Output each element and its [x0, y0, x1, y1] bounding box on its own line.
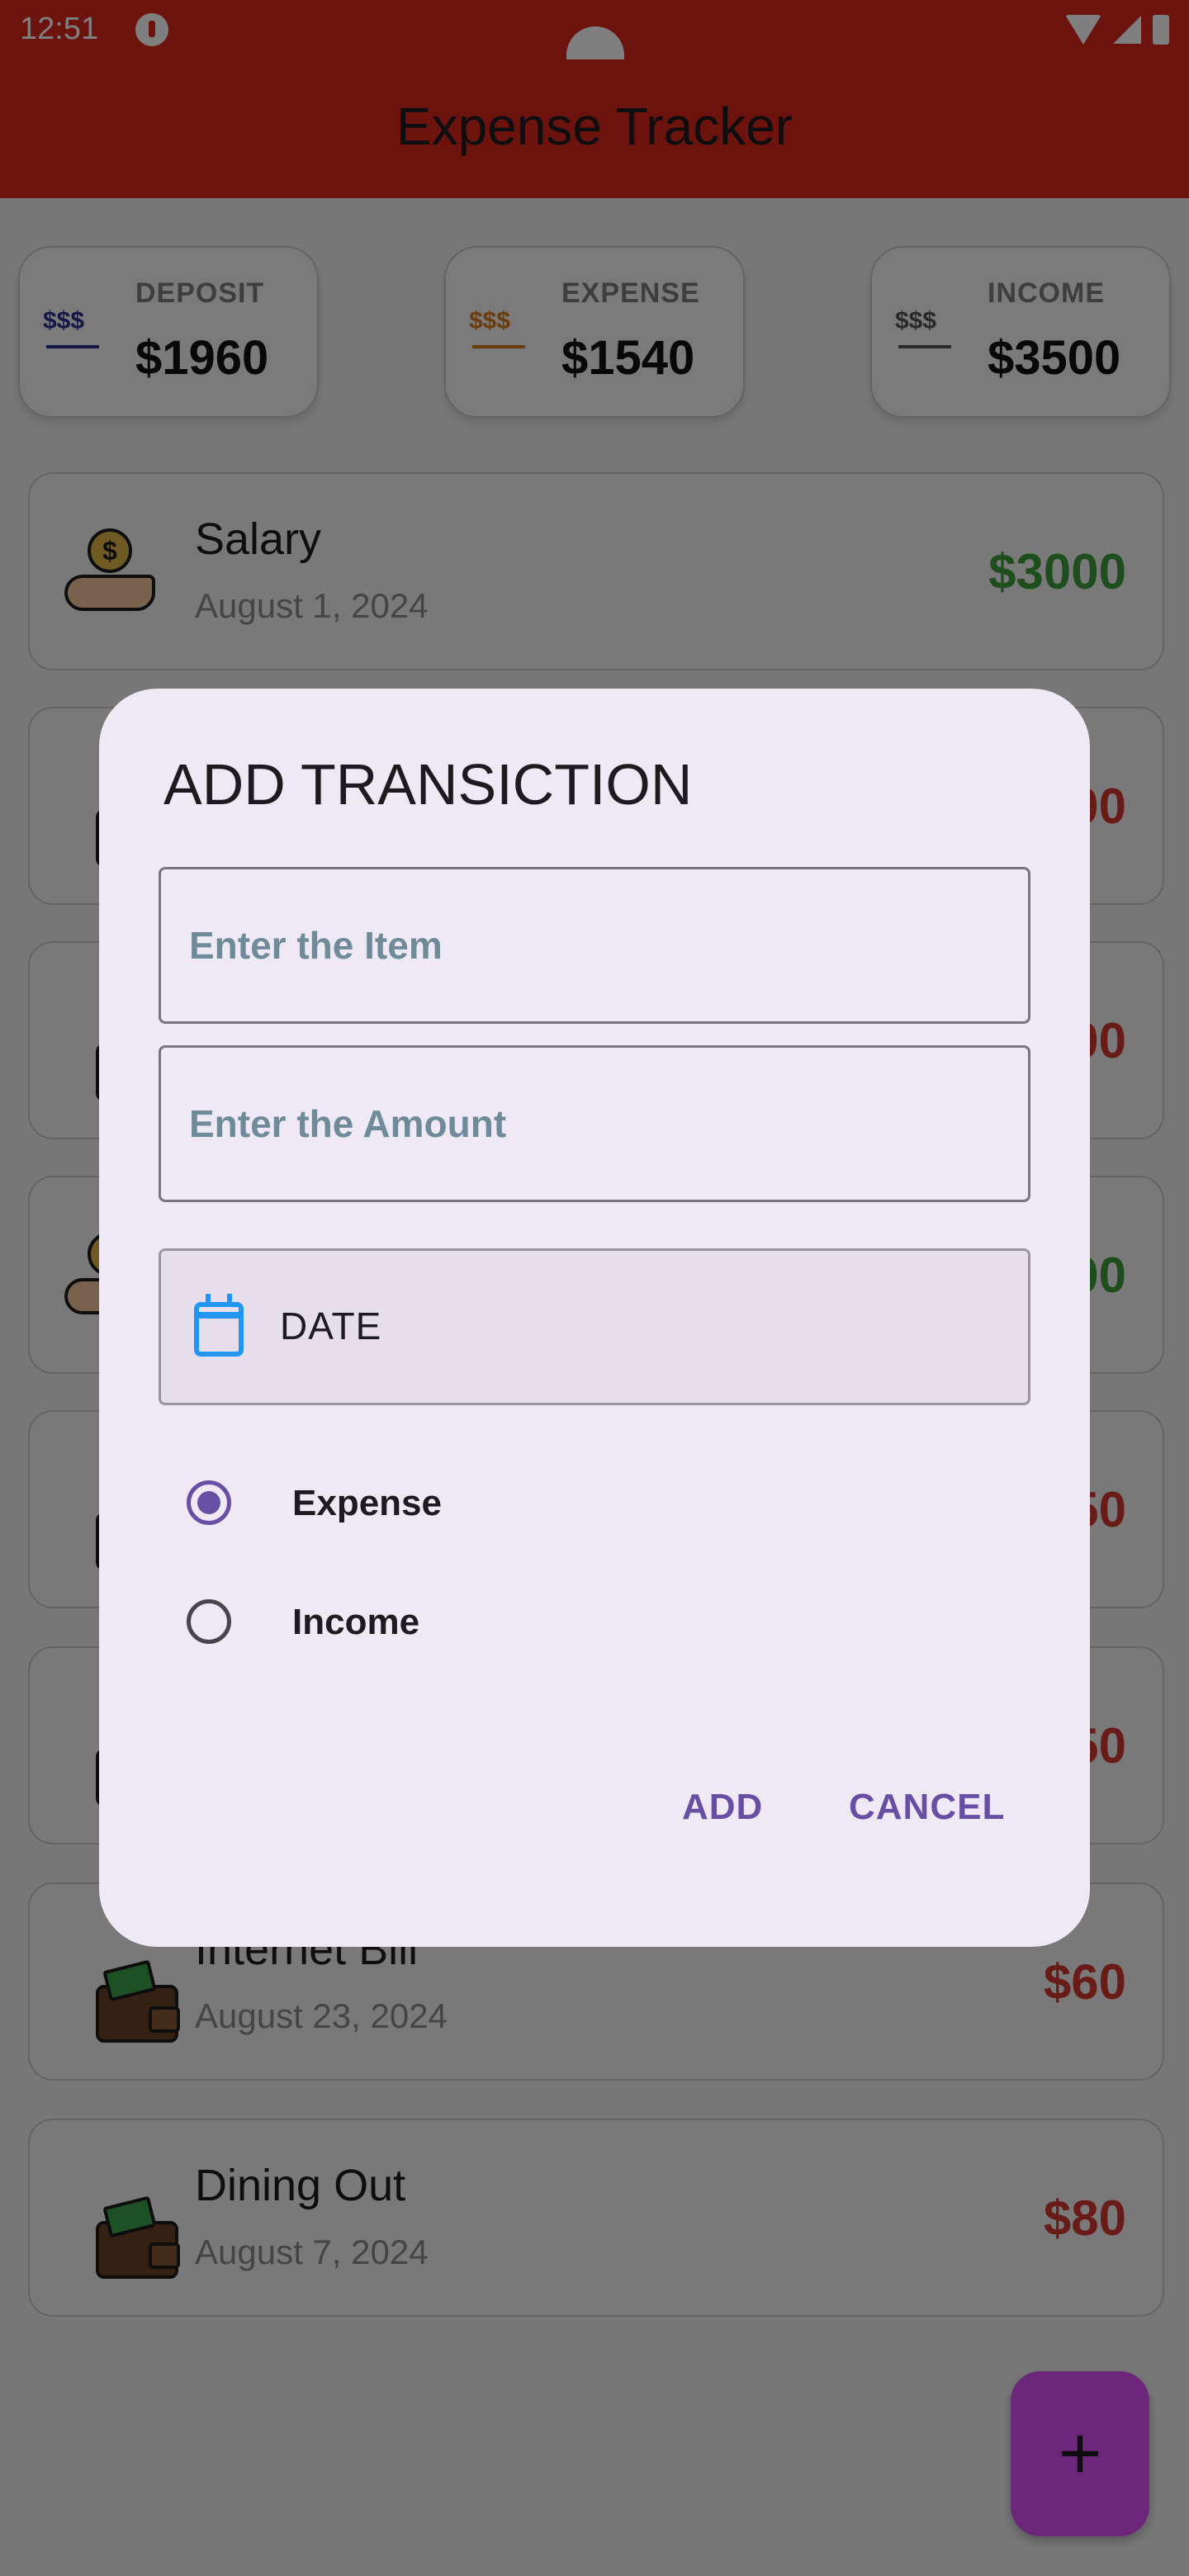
- radio-expense[interactable]: Expense: [187, 1470, 765, 1536]
- calendar-icon: [194, 1294, 244, 1357]
- add-button[interactable]: ADD: [682, 1787, 763, 1828]
- add-transaction-dialog: ADD TRANSICTION DATE Expense Income ADD …: [99, 689, 1090, 1947]
- amount-input[interactable]: [161, 1048, 1028, 1200]
- cancel-button[interactable]: CANCEL: [849, 1787, 1005, 1828]
- item-input[interactable]: [161, 869, 1028, 1021]
- item-field[interactable]: [159, 867, 1030, 1024]
- radio-button-unchecked[interactable]: [187, 1599, 231, 1644]
- date-picker-button[interactable]: DATE: [159, 1248, 1030, 1405]
- radio-label-expense: Expense: [292, 1483, 442, 1523]
- date-label: DATE: [280, 1305, 382, 1347]
- dialog-title: ADD TRANSICTION: [163, 752, 693, 817]
- radio-label-income: Income: [292, 1602, 420, 1642]
- radio-button-checked[interactable]: [187, 1480, 231, 1525]
- amount-field[interactable]: [159, 1045, 1030, 1202]
- radio-income[interactable]: Income: [187, 1589, 765, 1655]
